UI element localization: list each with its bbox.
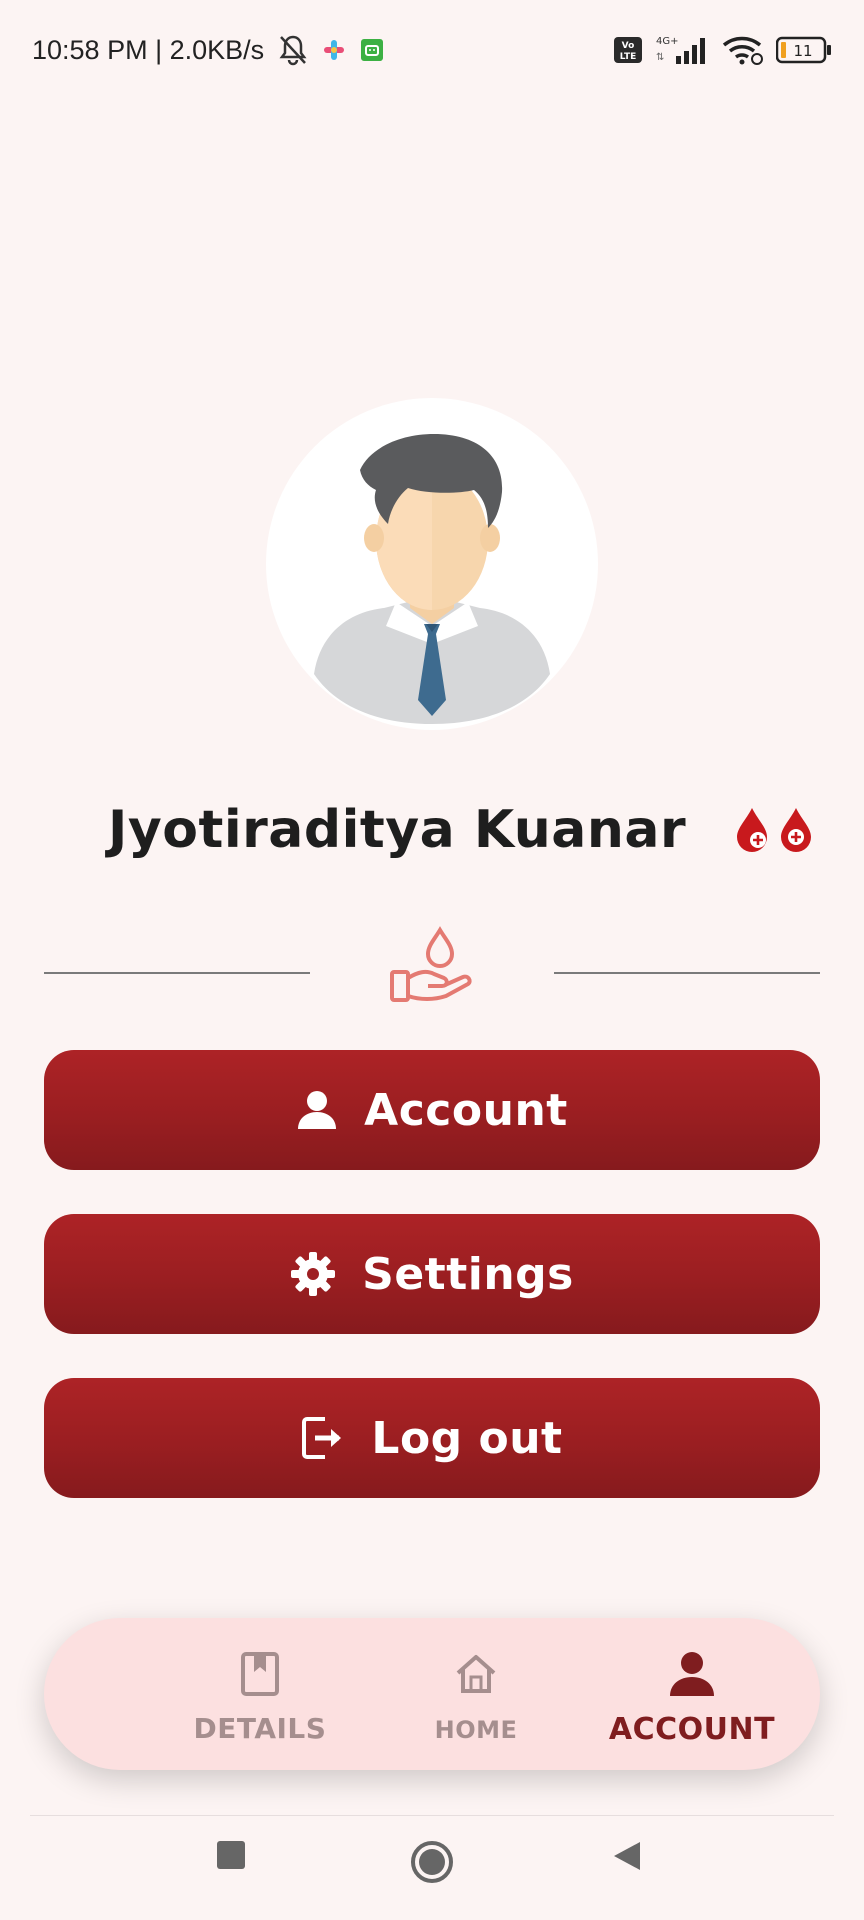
profile-avatar[interactable] [266,398,598,730]
recents-button[interactable] [216,1840,246,1874]
blood-drop-plus-icon [737,808,767,852]
status-time: 10:58 PM | 2.0KB/s [32,34,265,65]
nav-details-label: DETAILS [193,1712,327,1745]
user-avatar [314,434,550,724]
svg-text:Vo: Vo [622,41,635,51]
divider-right [554,972,820,974]
nav-home[interactable]: HOME [366,1618,586,1770]
settings-button-label: Settings [362,1248,574,1300]
bell-off-icon [278,34,308,66]
system-nav [0,1830,864,1910]
android-icon [360,38,384,62]
battery-icon: 11 [776,36,832,64]
logout-button-label: Log out [371,1412,563,1464]
signal-icon: 4G+ ⇅ [654,34,710,66]
blood-drop-plus-icon [781,808,811,852]
nav-details[interactable]: DETAILS [150,1618,370,1770]
nav-account-label: ACCOUNT [608,1712,776,1747]
svg-text:4G+: 4G+ [656,36,679,47]
bottom-nav: DETAILS HOME ACCOUNT [44,1618,820,1770]
nav-account[interactable]: ACCOUNT [582,1618,802,1770]
volte-icon: Vo LTE [614,37,642,63]
profile-name-row: Jyotiraditya Kuanar [0,790,864,870]
account-button-label: Account [364,1084,568,1136]
status-right: Vo LTE 4G+ ⇅ 11 [614,34,832,66]
back-button[interactable] [612,1840,642,1876]
person-icon [668,1650,716,1698]
badge-group [734,806,814,852]
settings-button[interactable]: Settings [44,1214,820,1334]
wifi-icon [722,34,764,66]
circle-icon [411,1841,453,1883]
logout-icon [301,1415,345,1461]
status-left: 10:58 PM | 2.0KB/s [32,34,384,66]
battery-level: 11 [793,42,812,60]
home-icon [454,1650,498,1698]
book-icon [240,1650,280,1698]
svg-text:LTE: LTE [620,52,637,62]
gear-icon [290,1251,336,1297]
home-system-button[interactable] [410,1840,454,1888]
system-nav-divider [30,1815,834,1816]
user-name: Jyotiraditya Kuanar [108,800,687,860]
divider-left [44,972,310,974]
app-icon [322,38,346,62]
logout-button[interactable]: Log out [44,1378,820,1498]
square-icon [217,1841,245,1869]
hand-blood-drop-icon [388,926,474,1010]
person-icon [296,1089,338,1131]
account-button[interactable]: Account [44,1050,820,1170]
back-triangle-icon [614,1842,640,1870]
nav-home-label: HOME [434,1716,518,1744]
svg-text:⇅: ⇅ [656,52,664,63]
status-bar: 10:58 PM | 2.0KB/s Vo LTE 4G+ ⇅ 11 [0,0,864,100]
